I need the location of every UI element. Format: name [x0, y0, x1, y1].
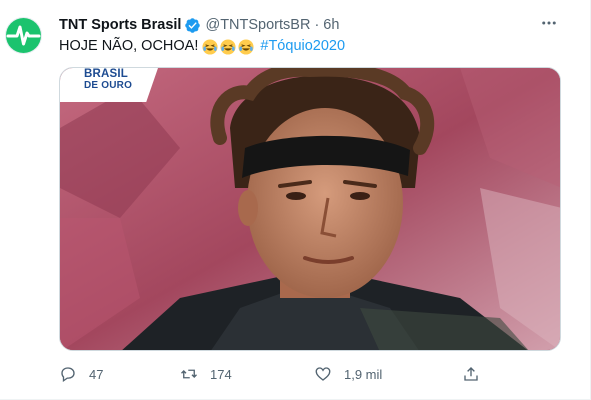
tweet-text-main: HOJE NÃO, OCHOA!	[59, 38, 199, 54]
like-button[interactable]: 1,9 mil	[314, 362, 382, 386]
tweet-card[interactable]: TNT Sports Brasil @TNTSportsBR · 6h HOJE…	[0, 0, 591, 400]
laughing-emoji-icon	[202, 38, 218, 55]
reply-count: 47	[89, 366, 104, 382]
badge-line-2: DE OURO	[84, 80, 133, 91]
retweet-button[interactable]: 174	[180, 362, 232, 386]
laughing-emoji-icon	[238, 38, 254, 55]
user-handle[interactable]: @TNTSportsBR	[205, 17, 310, 33]
tnt-logo-icon	[6, 18, 41, 53]
more-horizontal-icon	[542, 21, 556, 25]
retweet-count: 174	[210, 366, 232, 382]
tweet-header: TNT Sports Brasil @TNTSportsBR · 6h	[59, 16, 339, 34]
tweet-media-image[interactable]: BRASIL DE OURO	[59, 67, 561, 351]
share-icon	[464, 367, 478, 381]
tweet-text: HOJE NÃO, OCHOA! #Tóquio2020	[59, 37, 345, 56]
timestamp[interactable]: 6h	[323, 17, 339, 33]
display-name[interactable]: TNT Sports Brasil	[59, 17, 181, 33]
reply-button[interactable]: 47	[59, 362, 103, 386]
heart-icon	[315, 367, 331, 381]
verified-badge-icon	[184, 17, 201, 34]
like-count: 1,9 mil	[344, 366, 383, 382]
retweet-icon	[181, 369, 197, 379]
hashtag-link[interactable]: #Tóquio2020	[260, 37, 345, 56]
separator-dot: ·	[314, 17, 320, 33]
media-badge: BRASIL DE OURO	[60, 68, 158, 102]
share-button[interactable]	[462, 362, 480, 386]
emoji-group	[202, 38, 256, 55]
laughing-emoji-icon	[220, 38, 236, 55]
badge-line-1: BRASIL	[84, 68, 129, 80]
avatar[interactable]	[5, 17, 42, 54]
tweet-actions: 47 174 1,9 mil	[52, 362, 492, 386]
more-options-button[interactable]	[538, 12, 560, 34]
goalkeeper-photo	[60, 68, 560, 350]
reply-icon	[61, 367, 75, 383]
